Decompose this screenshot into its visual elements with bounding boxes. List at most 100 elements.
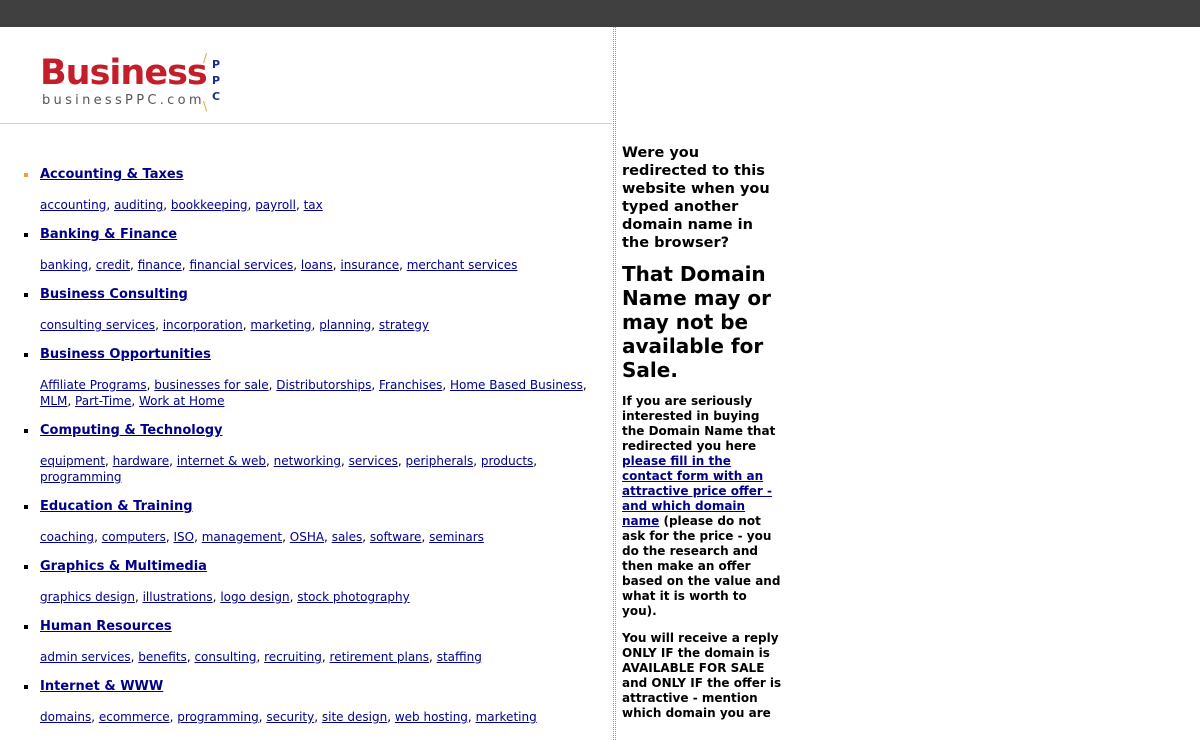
- keyword-link[interactable]: web hosting: [395, 710, 468, 724]
- keyword-link[interactable]: admin services: [40, 650, 131, 664]
- keyword-link[interactable]: ISO: [173, 530, 194, 544]
- keyword-link[interactable]: strategy: [379, 318, 429, 332]
- bullet-icon: [24, 429, 28, 433]
- keyword-link[interactable]: banking: [40, 258, 88, 272]
- keyword-link[interactable]: Affiliate Programs: [40, 378, 147, 392]
- category-block: Human Resources admin services, benefits,…: [0, 618, 612, 665]
- keyword-link[interactable]: sales: [332, 530, 363, 544]
- bullet-icon: [24, 233, 28, 237]
- category-title-link[interactable]: Computing & Technology: [40, 422, 612, 440]
- keyword-link[interactable]: internet & web: [177, 454, 266, 468]
- keyword-link[interactable]: accounting: [40, 198, 106, 212]
- keyword-link[interactable]: loans: [301, 258, 333, 272]
- keyword-list: consulting services, incorporation, mark…: [40, 318, 429, 332]
- keyword-link[interactable]: OSHA: [290, 530, 324, 544]
- keyword-link[interactable]: management: [202, 530, 282, 544]
- keyword-link[interactable]: domains: [40, 710, 91, 724]
- keyword-link[interactable]: credit: [96, 258, 130, 272]
- keyword-link[interactable]: payroll: [255, 198, 296, 212]
- logo-ppc-letter: P: [211, 74, 221, 87]
- redirect-question: Were you redirected to this website when…: [622, 145, 770, 251]
- category-title-link[interactable]: Graphics & Multimedia: [40, 558, 612, 576]
- bullet-icon: [24, 173, 28, 177]
- column-separator: [613, 27, 616, 740]
- keyword-link[interactable]: graphics design: [40, 590, 135, 604]
- logo-slash-top: /: [203, 51, 208, 65]
- keyword-link[interactable]: recruiting: [264, 650, 322, 664]
- category-block: Business Opportunities Affiliate Programs…: [0, 346, 612, 409]
- keyword-link[interactable]: peripherals: [405, 454, 473, 468]
- offer-text-after: (please do not ask for the price - you d…: [622, 514, 781, 618]
- keyword-link[interactable]: tax: [304, 198, 323, 212]
- keyword-link[interactable]: benefits: [138, 650, 187, 664]
- keyword-link[interactable]: financial services: [189, 258, 293, 272]
- keyword-link[interactable]: logo design: [220, 590, 289, 604]
- logo-ppc: P P C: [211, 57, 221, 105]
- keyword-link[interactable]: computers: [102, 530, 166, 544]
- keyword-link[interactable]: security: [266, 710, 314, 724]
- category-list: Accounting & Taxes accounting, auditing, …: [0, 138, 612, 725]
- category-title-link[interactable]: Internet & WWW: [40, 678, 612, 696]
- keyword-link[interactable]: Home Based Business: [450, 378, 583, 392]
- bullet-icon: [24, 505, 28, 509]
- category-title-link[interactable]: Accounting & Taxes: [40, 166, 612, 184]
- keyword-link[interactable]: Work at Home: [139, 394, 225, 408]
- keyword-link[interactable]: marketing: [250, 318, 311, 332]
- keyword-link[interactable]: ecommerce: [99, 710, 170, 724]
- keyword-link[interactable]: programming: [177, 710, 258, 724]
- logo-ppc-letter: C: [211, 90, 221, 103]
- keyword-link[interactable]: stock photography: [297, 590, 410, 604]
- keyword-link[interactable]: products: [481, 454, 533, 468]
- keyword-link[interactable]: site design: [322, 710, 387, 724]
- keyword-link[interactable]: marketing: [476, 710, 537, 724]
- category-block: Computing & Technology equipment, hardwar…: [0, 422, 612, 485]
- keyword-link[interactable]: consulting services: [40, 318, 155, 332]
- keyword-link[interactable]: programming: [40, 470, 121, 484]
- keyword-list: banking, credit, finance, financial serv…: [40, 258, 518, 272]
- keyword-list: accounting, auditing, bookkeeping, payro…: [40, 198, 323, 212]
- offer-paragraph: If you are seriously interested in buyin…: [622, 394, 782, 619]
- logo-ppc-letter: P: [211, 58, 221, 71]
- keyword-link[interactable]: staffing: [437, 650, 482, 664]
- keyword-link[interactable]: networking: [274, 454, 341, 468]
- category-title-link[interactable]: Human Resources: [40, 618, 612, 636]
- domain-sale-sidebar: Were you redirected to this website when…: [622, 144, 782, 721]
- category-title-link[interactable]: Business Consulting: [40, 286, 612, 304]
- keyword-link[interactable]: software: [370, 530, 422, 544]
- keyword-link[interactable]: equipment: [40, 454, 105, 468]
- keyword-link[interactable]: seminars: [429, 530, 484, 544]
- logo-slash-bottom: \: [203, 99, 208, 113]
- keyword-list: admin services, benefits, consulting, re…: [40, 650, 482, 664]
- keyword-link[interactable]: services: [349, 454, 398, 468]
- keyword-link[interactable]: Franchises: [379, 378, 442, 392]
- category-title-link[interactable]: Education & Training: [40, 498, 612, 516]
- keyword-link[interactable]: businesses for sale: [154, 378, 268, 392]
- browser-top-bar: [0, 0, 1200, 27]
- keyword-link[interactable]: planning: [319, 318, 371, 332]
- keyword-link[interactable]: insurance: [340, 258, 399, 272]
- site-header: Business businessPPC.com / \ P P C: [0, 27, 612, 124]
- keyword-link[interactable]: finance: [138, 258, 182, 272]
- keyword-link[interactable]: retirement plans: [330, 650, 430, 664]
- logo-domain[interactable]: businessPPC.com: [42, 93, 205, 109]
- keyword-link[interactable]: Distributorships: [276, 378, 371, 392]
- sale-headline: That Domain Name may or may not be avail…: [622, 262, 771, 382]
- keyword-link[interactable]: merchant services: [407, 258, 518, 272]
- keyword-list: graphics design, illustrations, logo des…: [40, 590, 410, 604]
- category-title-link[interactable]: Banking & Finance: [40, 226, 612, 244]
- logo-brand[interactable]: Business: [40, 53, 208, 93]
- keyword-link[interactable]: auditing: [114, 198, 163, 212]
- keyword-link[interactable]: hardware: [113, 454, 170, 468]
- keyword-link[interactable]: MLM: [40, 394, 67, 408]
- keyword-list: domains, ecommerce, programming, securit…: [40, 710, 537, 724]
- keyword-list: coaching, computers, ISO, management, OS…: [40, 530, 484, 544]
- keyword-link[interactable]: consulting: [194, 650, 256, 664]
- bullet-icon: [24, 625, 28, 629]
- keyword-link[interactable]: Part-Time: [75, 394, 131, 408]
- category-title-link[interactable]: Business Opportunities: [40, 346, 612, 364]
- keyword-link[interactable]: bookkeeping: [171, 198, 248, 212]
- keyword-link[interactable]: coaching: [40, 530, 94, 544]
- bullet-icon: [24, 353, 28, 357]
- keyword-link[interactable]: illustrations: [143, 590, 213, 604]
- keyword-link[interactable]: incorporation: [163, 318, 243, 332]
